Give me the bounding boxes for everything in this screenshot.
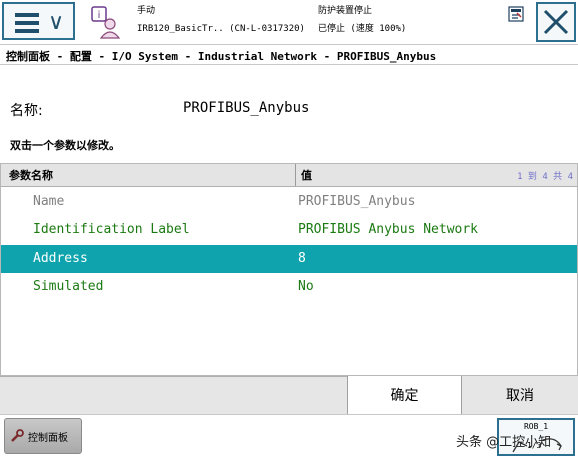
parameter-table: 参数名称 值 1 到 4 共 4 Name PROFIBUS_Anybus Id… (0, 163, 578, 376)
column-header-parameter[interactable]: 参数名称 (9, 167, 53, 183)
table-row[interactable]: Simulated No (1, 273, 577, 301)
param-value: PROFIBUS Anybus Network (298, 222, 479, 237)
column-header-value[interactable]: 值 (301, 167, 312, 183)
param-name: Name (33, 194, 65, 209)
table-row[interactable]: Name PROFIBUS_Anybus (1, 188, 577, 216)
name-value: PROFIBUS_Anybus (183, 100, 310, 116)
hotedit-icon[interactable] (508, 6, 524, 22)
param-name: Identification Label (33, 222, 190, 237)
pager-text: 1 到 4 共 4 (517, 172, 573, 182)
table-header: 参数名称 值 1 到 4 共 4 (1, 164, 577, 187)
status-state: 已停止 (速度 100%) (318, 24, 407, 34)
param-name: Address (33, 251, 88, 266)
taskbar-control-panel[interactable]: 控制面板 (4, 418, 82, 454)
column-divider (295, 164, 296, 186)
param-value: No (298, 279, 314, 294)
rob-label: ROB_1 (523, 422, 549, 431)
param-name: Simulated (33, 279, 104, 294)
table-row-selected[interactable]: Address 8 (1, 245, 577, 273)
ok-button[interactable]: 确定 (347, 376, 461, 414)
svg-text:i: i (98, 10, 101, 21)
name-label: 名称: (10, 103, 43, 119)
close-button[interactable] (536, 2, 576, 42)
status-safety: 防护装置停止 (318, 6, 373, 16)
status-system: IRB120_BasicTr.. (CN-L-0317320) (137, 24, 305, 34)
cancel-button[interactable]: 取消 (461, 376, 578, 414)
robot-status-icon[interactable]: i (84, 4, 126, 40)
breadcrumb: 控制面板 - 配置 - I/O System - Industrial Netw… (6, 50, 437, 63)
taskbar-control-panel-label: 控制面板 (28, 432, 68, 444)
control-panel-icon (11, 429, 24, 442)
param-value: 8 (298, 251, 306, 266)
instruction-text: 双击一个参数以修改。 (10, 139, 120, 152)
watermark: 头条 @工控小知 (456, 435, 552, 450)
divider (0, 64, 578, 65)
close-icon (543, 9, 569, 35)
param-value: PROFIBUS_Anybus (298, 194, 416, 209)
table-row[interactable]: Identification Label PROFIBUS Anybus Net… (1, 216, 577, 244)
abb-menu-button[interactable]: ∨ (2, 2, 75, 40)
chevron-down-icon: ∨ (48, 10, 65, 35)
status-mode: 手动 (137, 6, 156, 16)
